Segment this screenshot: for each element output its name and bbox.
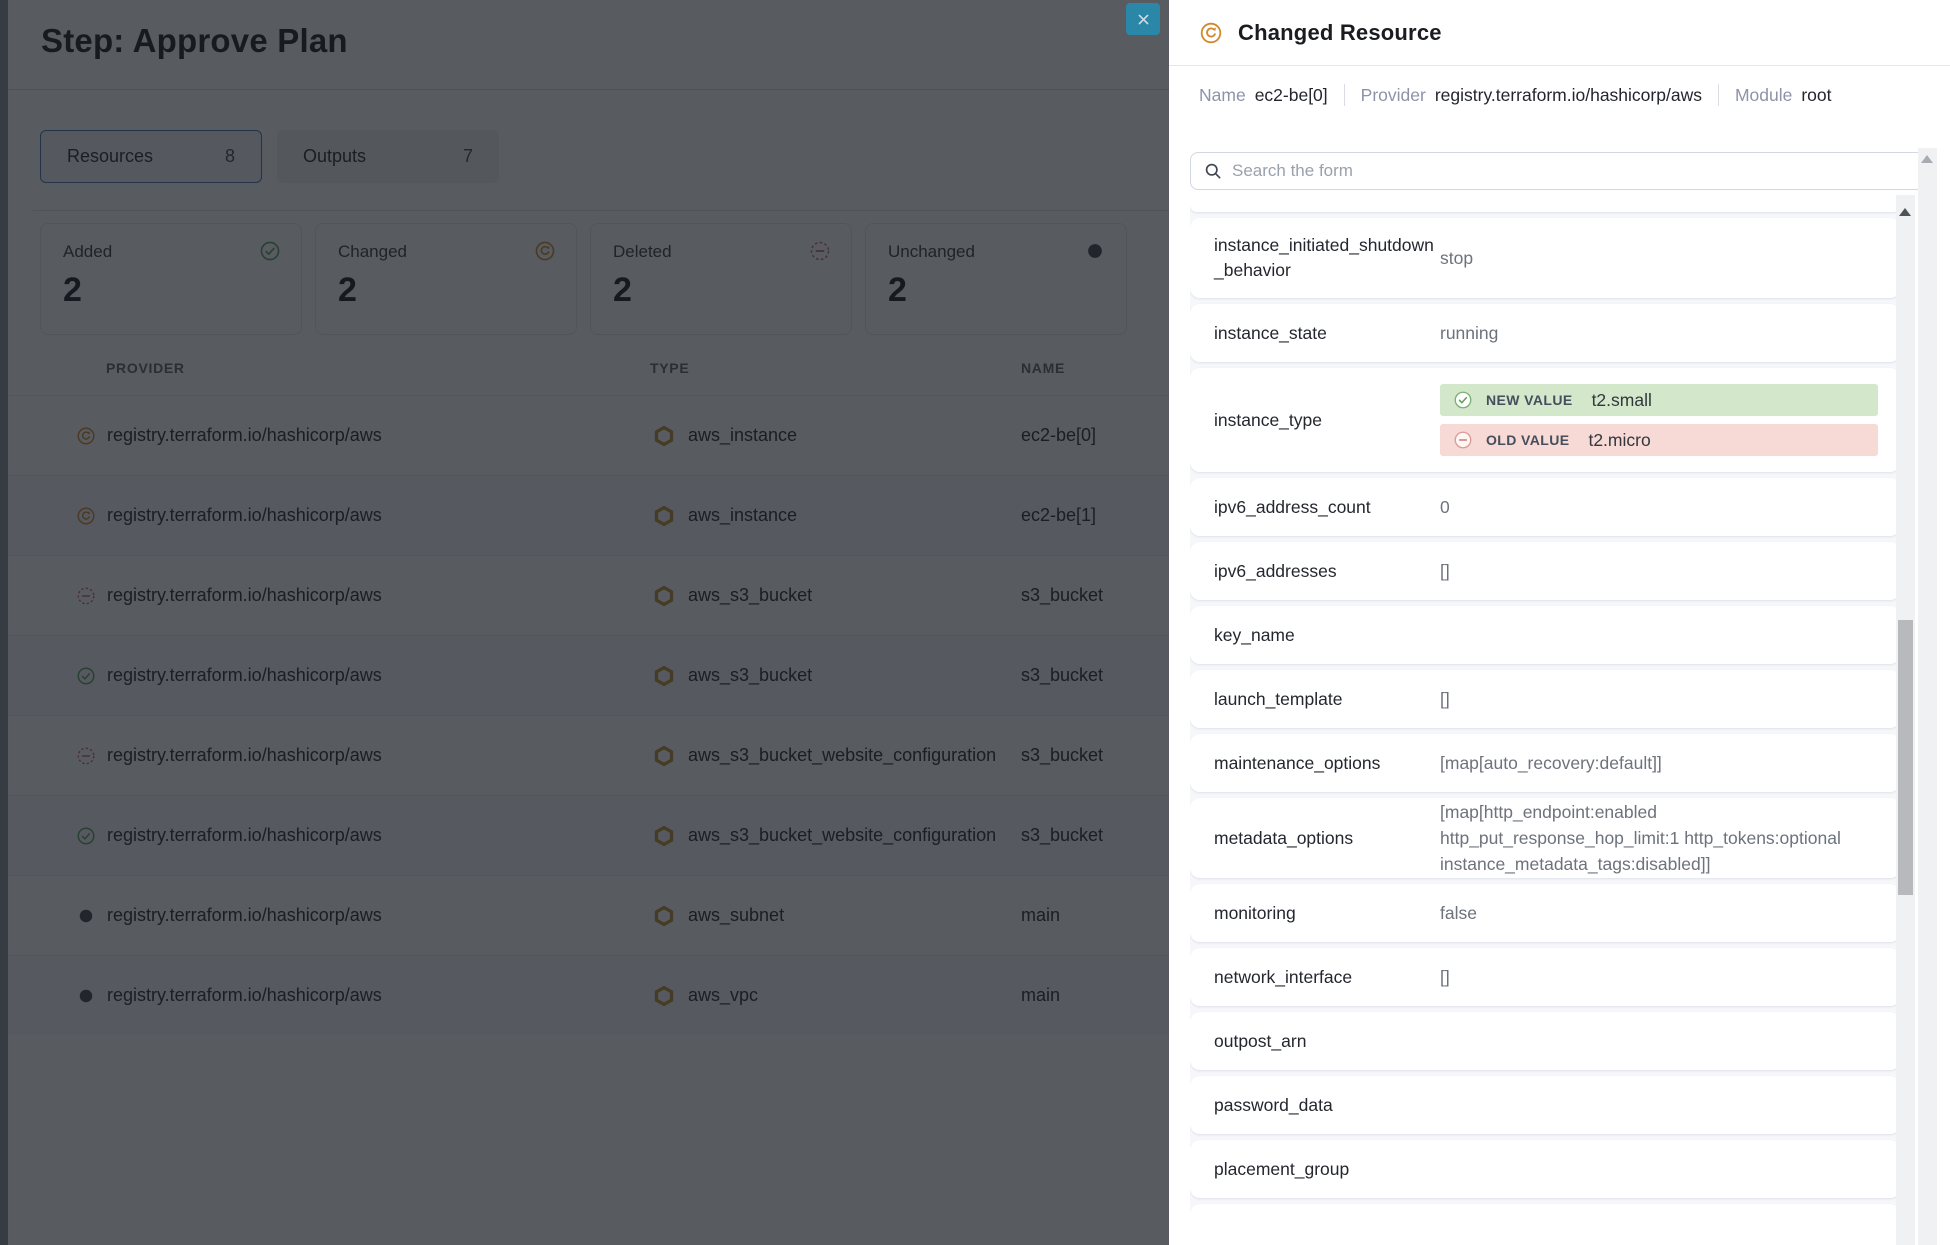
attribute-key: outpost_arn <box>1214 1029 1440 1054</box>
new-value-bar: NEW VALUE t2.small <box>1440 384 1878 416</box>
old-value-label: OLD VALUE <box>1486 432 1569 448</box>
attribute-row: instance_state running <box>1190 304 1900 362</box>
attribute-key: maintenance_options <box>1214 751 1440 776</box>
attribute-row: password_data <box>1190 1076 1900 1134</box>
attribute-value: false <box>1440 900 1880 926</box>
attribute-row: outpost_arn <box>1190 1012 1900 1070</box>
attribute-row-partial <box>1190 205 1900 212</box>
attribute-key: network_interface <box>1214 965 1440 990</box>
drawer-scrollbar[interactable] <box>1918 148 1937 1245</box>
attribute-key: instance_state <box>1214 321 1440 346</box>
attribute-key: launch_template <box>1214 687 1440 712</box>
drawer-title: Changed Resource <box>1238 20 1442 46</box>
scroll-up-icon[interactable] <box>1899 208 1911 216</box>
search-icon <box>1203 161 1223 181</box>
resource-meta: Name ec2-be[0] Provider registry.terrafo… <box>1199 84 1832 106</box>
attribute-row: ipv6_address_count 0 <box>1190 478 1900 536</box>
search-input[interactable] <box>1232 161 1911 181</box>
attribute-key: ipv6_addresses <box>1214 559 1440 584</box>
value-diff: NEW VALUE t2.small OLD VALUE t2.micro <box>1440 384 1880 456</box>
divider <box>1344 84 1345 106</box>
resource-drawer: Changed Resource Name ec2-be[0] Provider… <box>1169 0 1950 1245</box>
meta-value: registry.terraform.io/hashicorp/aws <box>1435 85 1702 106</box>
attribute-row: instance_initiated_shutdown_behavior sto… <box>1190 218 1900 298</box>
attribute-row: launch_template [] <box>1190 670 1900 728</box>
minus-circle-icon <box>1453 430 1473 450</box>
attribute-key: metadata_options <box>1214 826 1440 851</box>
close-icon <box>1136 12 1151 27</box>
attribute-value: running <box>1440 320 1880 346</box>
attribute-row-diff: instance_type NEW VALUE t2.small OLD VAL… <box>1190 368 1900 472</box>
attribute-key: instance_type <box>1214 408 1440 433</box>
meta-label: Name <box>1199 85 1246 106</box>
old-value: t2.micro <box>1588 430 1650 451</box>
meta-value: root <box>1801 85 1831 106</box>
divider <box>1718 84 1719 106</box>
attribute-value: [] <box>1440 558 1880 584</box>
attribute-row: monitoring false <box>1190 884 1900 942</box>
attribute-key: placement_group <box>1214 1157 1440 1182</box>
attribute-key: monitoring <box>1214 901 1440 926</box>
attribute-row: metadata_options [map[http_endpoint:enab… <box>1190 798 1900 878</box>
attribute-row: maintenance_options [map[auto_recovery:d… <box>1190 734 1900 792</box>
attribute-list: instance_initiated_shutdown_behavior sto… <box>1190 205 1900 1245</box>
drawer-header: Changed Resource <box>1169 0 1950 66</box>
meta-label: Module <box>1735 85 1792 106</box>
attribute-key: key_name <box>1214 623 1440 648</box>
check-circle-icon <box>1453 390 1473 410</box>
attribute-value: [] <box>1440 964 1880 990</box>
attribute-value: 0 <box>1440 494 1880 520</box>
scroll-up-icon[interactable] <box>1921 155 1933 163</box>
attribute-row: placement_group <box>1190 1140 1900 1198</box>
attribute-key: ipv6_address_count <box>1214 495 1440 520</box>
attribute-value: stop <box>1440 245 1880 271</box>
attribute-row: ipv6_addresses [] <box>1190 542 1900 600</box>
attribute-row: key_name <box>1190 606 1900 664</box>
new-value-label: NEW VALUE <box>1486 392 1573 408</box>
attribute-key: instance_initiated_shutdown_behavior <box>1214 233 1440 283</box>
attribute-row-partial <box>1190 1204 1900 1245</box>
scrollbar-thumb[interactable] <box>1898 620 1913 895</box>
attribute-value: [map[auto_recovery:default]] <box>1440 750 1880 776</box>
changed-refresh-icon <box>1199 21 1223 45</box>
attribute-key: password_data <box>1214 1093 1440 1118</box>
attribute-value: [] <box>1440 686 1880 712</box>
meta-value: ec2-be[0] <box>1255 85 1328 106</box>
attribute-row: network_interface [] <box>1190 948 1900 1006</box>
attribute-value: [map[http_endpoint:enabled http_put_resp… <box>1440 799 1880 877</box>
meta-label: Provider <box>1361 85 1426 106</box>
new-value: t2.small <box>1592 390 1652 411</box>
form-search <box>1190 152 1924 190</box>
close-drawer-button[interactable] <box>1126 3 1160 35</box>
list-scrollbar[interactable] <box>1896 195 1915 1245</box>
old-value-bar: OLD VALUE t2.micro <box>1440 424 1878 456</box>
